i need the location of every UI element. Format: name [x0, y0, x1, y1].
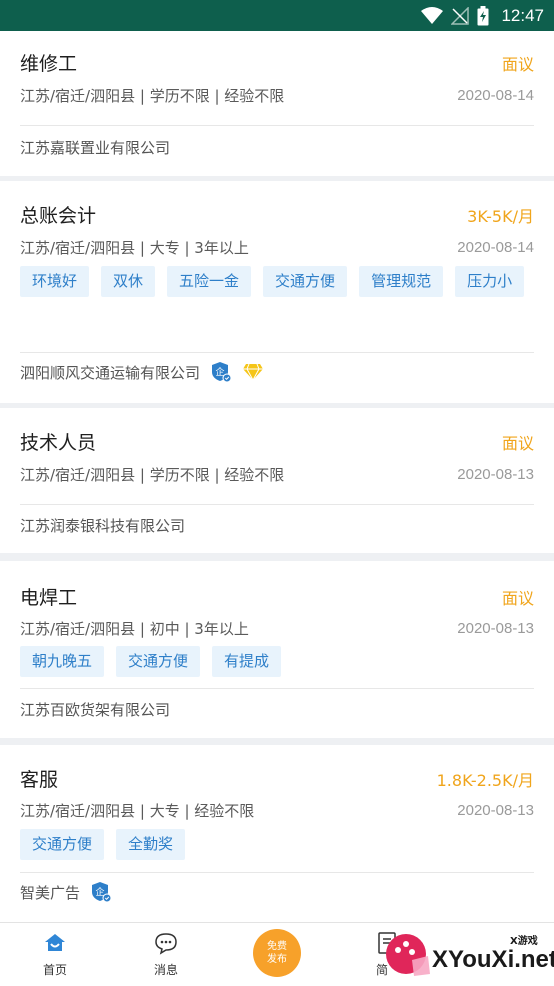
tag: 压力小 [455, 266, 525, 297]
company-label: 泗阳顺风交通运输有限公司 [20, 363, 201, 382]
tag: 交通方便 [20, 829, 105, 860]
no-signal-icon [451, 7, 470, 25]
job-meta: 江苏/宿迁/泗阳县 | 学历不限 | 经验不限 [20, 466, 285, 484]
nav-home[interactable]: 首页 [0, 923, 110, 986]
company-label: 智美广告 [20, 883, 81, 902]
job-date: 2020-08-14 [457, 87, 534, 104]
tag-list: 交通方便 全勤奖 [20, 829, 540, 860]
clock: 12:47 [501, 6, 544, 25]
home-icon [45, 934, 65, 951]
job-date: 2020-08-13 [457, 802, 534, 819]
job-date: 2020-08-14 [457, 239, 534, 256]
divider [20, 688, 534, 689]
tag-list: 环境好 双休 五险一金 交通方便 管理规范 压力小 [20, 266, 540, 297]
job-salary: 面议 [501, 434, 534, 453]
tag: 有提成 [212, 646, 282, 677]
job-card[interactable]: 总账会计 3K-5K/月 江苏/宿迁/泗阳县 | 大专 | 3年以上 2020-… [0, 181, 554, 403]
tag: 环境好 [20, 266, 90, 297]
verified-company-icon: 企 [92, 882, 112, 903]
tag: 管理规范 [359, 266, 444, 297]
status-icons: 12:47 [421, 4, 544, 28]
tag: 朝九晚五 [20, 646, 105, 677]
tag-list: 朝九晚五 交通方便 有提成 [20, 646, 540, 677]
job-title: 客服 [20, 769, 59, 791]
status-bar: 12:47 [0, 0, 554, 31]
nav-messages-label: 消息 [153, 963, 178, 977]
job-meta: 江苏/宿迁/泗阳县 | 初中 | 3年以上 [20, 620, 249, 638]
watermark: X游戏 XYouXi.net [380, 928, 554, 984]
job-meta: 江苏/宿迁/泗阳县 | 学历不限 | 经验不限 [20, 87, 285, 105]
company-label: 江苏嘉联置业有限公司 [20, 139, 171, 157]
company-name[interactable]: 江苏润泰银科技有限公司 [20, 515, 185, 536]
diamond-icon [243, 363, 264, 381]
tag: 全勤奖 [116, 829, 186, 860]
company-name[interactable]: 智美广告 企 [20, 881, 112, 903]
company-label: 江苏百欧货架有限公司 [20, 701, 171, 719]
publish-button[interactable]: 免费 发布 [253, 929, 301, 977]
job-title: 维修工 [20, 53, 78, 75]
job-date: 2020-08-13 [457, 620, 534, 637]
divider [20, 504, 534, 505]
verified-company-icon: 企 [212, 362, 232, 383]
nav-home-label: 首页 [42, 963, 67, 977]
job-salary: 3K-5K/月 [467, 207, 534, 226]
job-salary: 面议 [501, 589, 534, 608]
chat-bubble-icon [155, 933, 177, 955]
divider [20, 352, 534, 353]
job-title: 技术人员 [20, 432, 97, 454]
company-name[interactable]: 江苏嘉联置业有限公司 [20, 137, 170, 158]
battery-charging-icon [477, 6, 489, 26]
job-title: 总账会计 [20, 205, 97, 227]
watermark-brand: XYouXi.net [432, 946, 554, 973]
job-meta: 江苏/宿迁/泗阳县 | 大专 | 经验不限 [20, 802, 255, 820]
tag: 五险一金 [167, 266, 252, 297]
job-card[interactable]: 电焊工 面议 江苏/宿迁/泗阳县 | 初中 | 3年以上 2020-08-13 … [0, 561, 554, 738]
job-salary: 1.8K-2.5K/月 [436, 771, 534, 790]
publish-label-line1: 免费 [267, 941, 287, 952]
company-name[interactable]: 江苏百欧货架有限公司 [20, 699, 170, 720]
divider [20, 125, 534, 126]
gamepad-logo-icon [386, 934, 430, 976]
job-card[interactable]: 客服 1.8K-2.5K/月 江苏/宿迁/泗阳县 | 大专 | 经验不限 202… [0, 745, 554, 922]
nav-messages[interactable]: 消息 [111, 923, 221, 986]
publish-label-line2: 发布 [267, 954, 287, 965]
tag: 交通方便 [116, 646, 201, 677]
tag: 双休 [101, 266, 156, 297]
job-card[interactable]: 技术人员 面议 江苏/宿迁/泗阳县 | 学历不限 | 经验不限 2020-08-… [0, 408, 554, 553]
tag: 交通方便 [263, 266, 348, 297]
job-date: 2020-08-13 [457, 466, 534, 483]
wifi-icon [421, 7, 444, 24]
watermark-small-text: X游戏 [510, 936, 538, 947]
job-meta: 江苏/宿迁/泗阳县 | 大专 | 3年以上 [20, 239, 249, 257]
job-title: 电焊工 [20, 587, 78, 609]
divider [20, 872, 534, 873]
job-card[interactable]: 维修工 面议 江苏/宿迁/泗阳县 | 学历不限 | 经验不限 2020-08-1… [0, 31, 554, 176]
company-name[interactable]: 泗阳顺风交通运输有限公司 企 [20, 361, 264, 383]
company-label: 江苏润泰银科技有限公司 [20, 517, 186, 535]
job-salary: 面议 [501, 55, 534, 74]
